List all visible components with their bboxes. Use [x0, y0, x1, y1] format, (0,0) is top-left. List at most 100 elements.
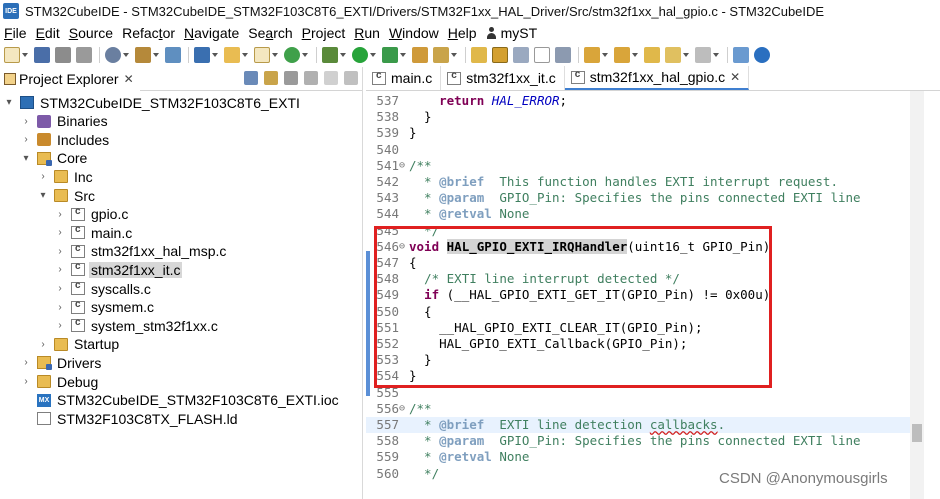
save-icon[interactable]: [34, 47, 50, 63]
tree-item[interactable]: › gpio.c: [55, 205, 130, 224]
highlight-icon[interactable]: [492, 47, 508, 63]
chevron-right-icon[interactable]: ›: [38, 171, 48, 182]
minimize-icon[interactable]: [324, 71, 338, 85]
tree-item[interactable]: ▾ Core: [21, 149, 89, 168]
new-file-icon[interactable]: [254, 47, 270, 63]
debug-icon[interactable]: [322, 47, 338, 63]
open-type-icon[interactable]: [412, 47, 428, 63]
search-dropdown-icon[interactable]: [451, 53, 457, 57]
menu-item[interactable]: Project: [298, 25, 351, 41]
menu-item-myst[interactable]: myST: [482, 25, 543, 41]
tree-item[interactable]: › Binaries: [21, 112, 110, 131]
tree-item[interactable]: › Includes: [21, 130, 111, 149]
editor-tab[interactable]: stm32f1xx_hal_gpio.c ✕: [564, 66, 750, 90]
back-icon[interactable]: [665, 47, 681, 63]
new-folder-icon[interactable]: [224, 47, 240, 63]
new-dropdown-icon[interactable]: [22, 53, 28, 57]
chevron-down-icon[interactable]: ▾: [4, 97, 14, 108]
menu-item[interactable]: Edit: [32, 25, 65, 41]
tree-item[interactable]: › Debug: [21, 372, 100, 391]
project-explorer-tab[interactable]: Project Explorer ✕: [0, 66, 140, 91]
next-annotation-dropdown-icon[interactable]: [602, 53, 608, 57]
tree-item[interactable]: ▾ STM32CubeIDE_STM32F103C8T6_EXTI: [4, 93, 302, 112]
prev-annotation-icon[interactable]: [614, 47, 630, 63]
show-whitespace-icon[interactable]: [534, 47, 550, 63]
fold-toggle-icon[interactable]: ⊖: [399, 239, 409, 255]
next-annotation-icon[interactable]: [584, 47, 600, 63]
refresh-dropdown-icon[interactable]: [302, 53, 308, 57]
tree-item[interactable]: › Inc: [38, 167, 95, 186]
new-file-dropdown-icon[interactable]: [272, 53, 278, 57]
code-editor[interactable]: 537 return HAL_ERROR; 538 } 539} 540 541 ⊖/**…: [366, 91, 940, 499]
settings-dropdown-icon[interactable]: [123, 53, 129, 57]
back-dropdown-icon[interactable]: [683, 53, 689, 57]
refresh-icon[interactable]: [284, 47, 300, 63]
chevron-right-icon[interactable]: ›: [55, 246, 65, 257]
editor-tab[interactable]: main.c: [366, 66, 442, 90]
editor-tab[interactable]: stm32f1xx_it.c: [441, 66, 565, 90]
menu-item[interactable]: Run: [350, 25, 385, 41]
build-all-icon[interactable]: [165, 47, 181, 63]
menu-item[interactable]: Navigate: [180, 25, 244, 41]
open-perspective-icon[interactable]: [733, 47, 749, 63]
chevron-down-icon[interactable]: ▾: [38, 190, 48, 201]
chevron-right-icon[interactable]: ›: [55, 264, 65, 275]
chevron-right-icon[interactable]: ›: [55, 302, 65, 313]
menu-item[interactable]: Help: [444, 25, 482, 41]
menu-item[interactable]: Source: [65, 25, 118, 41]
tree-item[interactable]: › Drivers: [21, 353, 103, 372]
editor-icon[interactable]: [555, 47, 571, 63]
tree-item[interactable]: › stm32f1xx_it.c: [55, 260, 183, 279]
menu-item[interactable]: Search: [244, 25, 297, 41]
maximize-icon[interactable]: [344, 71, 358, 85]
chevron-down-icon[interactable]: ▾: [21, 153, 31, 164]
forward-dropdown-icon[interactable]: [713, 53, 719, 57]
new-folder-dropdown-icon[interactable]: [242, 53, 248, 57]
tree-item[interactable]: STM32F103C8TX_FLASH.ld: [21, 409, 240, 428]
build-icon[interactable]: [135, 47, 151, 63]
new-project-dropdown-icon[interactable]: [212, 53, 218, 57]
settings-icon[interactable]: [105, 47, 121, 63]
new-project-icon[interactable]: [194, 47, 210, 63]
tree-item[interactable]: › main.c: [55, 223, 134, 242]
menu-item[interactable]: Refactor: [118, 25, 180, 41]
view-menu-icon[interactable]: [304, 71, 318, 85]
tree-item[interactable]: › Startup: [38, 335, 121, 354]
filter-icon[interactable]: [284, 71, 298, 85]
run-icon[interactable]: [352, 47, 368, 63]
close-icon[interactable]: ✕: [730, 70, 740, 84]
chevron-right-icon[interactable]: ›: [55, 209, 65, 220]
build-dropdown-icon[interactable]: [153, 53, 159, 57]
tree-item[interactable]: › stm32f1xx_hal_msp.c: [55, 242, 228, 261]
debug-dropdown-icon[interactable]: [340, 53, 346, 57]
prev-annotation-dropdown-icon[interactable]: [632, 53, 638, 57]
search-icon[interactable]: [433, 47, 449, 63]
forward-icon[interactable]: [695, 47, 711, 63]
run-dropdown-icon[interactable]: [370, 53, 376, 57]
toggle-mark-occurrences-icon[interactable]: [471, 47, 487, 63]
block-selection-icon[interactable]: [513, 47, 529, 63]
scrollbar-thumb[interactable]: [912, 424, 922, 442]
menu-item[interactable]: Window: [385, 25, 444, 41]
chevron-right-icon[interactable]: ›: [55, 283, 65, 294]
tree-item[interactable]: › syscalls.c: [55, 279, 153, 298]
tree-item[interactable]: ▾ Src: [38, 186, 97, 205]
chevron-right-icon[interactable]: ›: [21, 116, 31, 127]
save-all-icon[interactable]: [55, 47, 71, 63]
chevron-right-icon[interactable]: ›: [21, 357, 31, 368]
menu-item[interactable]: File: [0, 25, 32, 41]
fold-toggle-icon[interactable]: ⊖: [399, 158, 409, 174]
vertical-scrollbar[interactable]: [910, 91, 924, 499]
chevron-right-icon[interactable]: ›: [21, 376, 31, 387]
chevron-right-icon[interactable]: ›: [38, 339, 48, 350]
new-icon[interactable]: [4, 47, 20, 63]
external-tools-dropdown-icon[interactable]: [400, 53, 406, 57]
collapse-all-icon[interactable]: [244, 71, 258, 85]
tree-item[interactable]: › system_stm32f1xx.c: [55, 316, 220, 335]
print-icon[interactable]: [76, 47, 92, 63]
link-editor-icon[interactable]: [264, 71, 278, 85]
close-icon[interactable]: ✕: [124, 72, 134, 86]
tree-item[interactable]: MX STM32CubeIDE_STM32F103C8T6_EXTI.ioc: [21, 391, 341, 410]
tree-item[interactable]: › sysmem.c: [55, 298, 156, 317]
info-icon[interactable]: [754, 47, 770, 63]
